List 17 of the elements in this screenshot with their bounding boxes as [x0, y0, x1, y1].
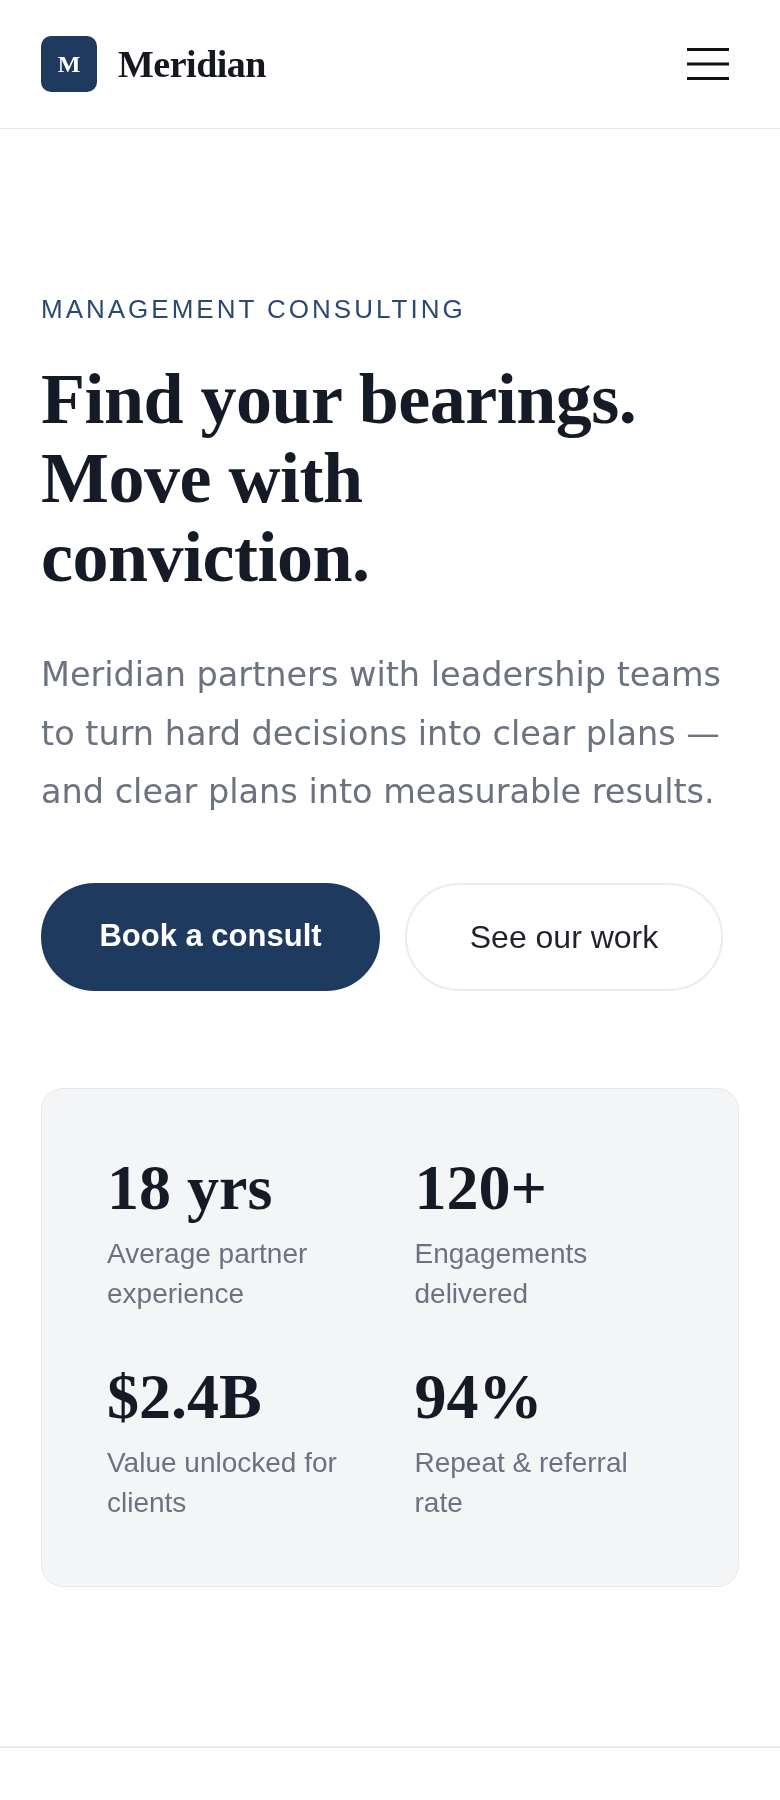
brand-name: Meridian	[118, 45, 266, 83]
menu-button[interactable]	[687, 48, 729, 80]
stat-label: Engagements delivered	[414, 1236, 589, 1311]
menu-icon	[687, 48, 729, 80]
see-work-button[interactable]: See our work	[405, 882, 723, 991]
logo-mark: M	[41, 36, 97, 92]
stat-label: Average partner experience	[107, 1236, 309, 1311]
hero-headline: Find your bearings. Move with conviction.	[41, 360, 638, 597]
stat-label: Repeat & referral rate	[414, 1445, 629, 1520]
hero-description: Meridian partners with leadership teams to turn hard decisions into clear plans — and clear plans into measurable results.	[41, 654, 723, 813]
book-consult-button[interactable]: Book a consult	[41, 882, 380, 991]
stat-value: 94%	[414, 1361, 543, 1432]
stat-label: Value unlocked for clients	[107, 1445, 338, 1520]
stat-value: 18 yrs	[107, 1152, 273, 1223]
stat-value: 120+	[414, 1152, 547, 1223]
eyebrow-text: MANAGEMENT CONSULTING	[41, 293, 466, 325]
stat-value: $2.4B	[107, 1361, 262, 1432]
